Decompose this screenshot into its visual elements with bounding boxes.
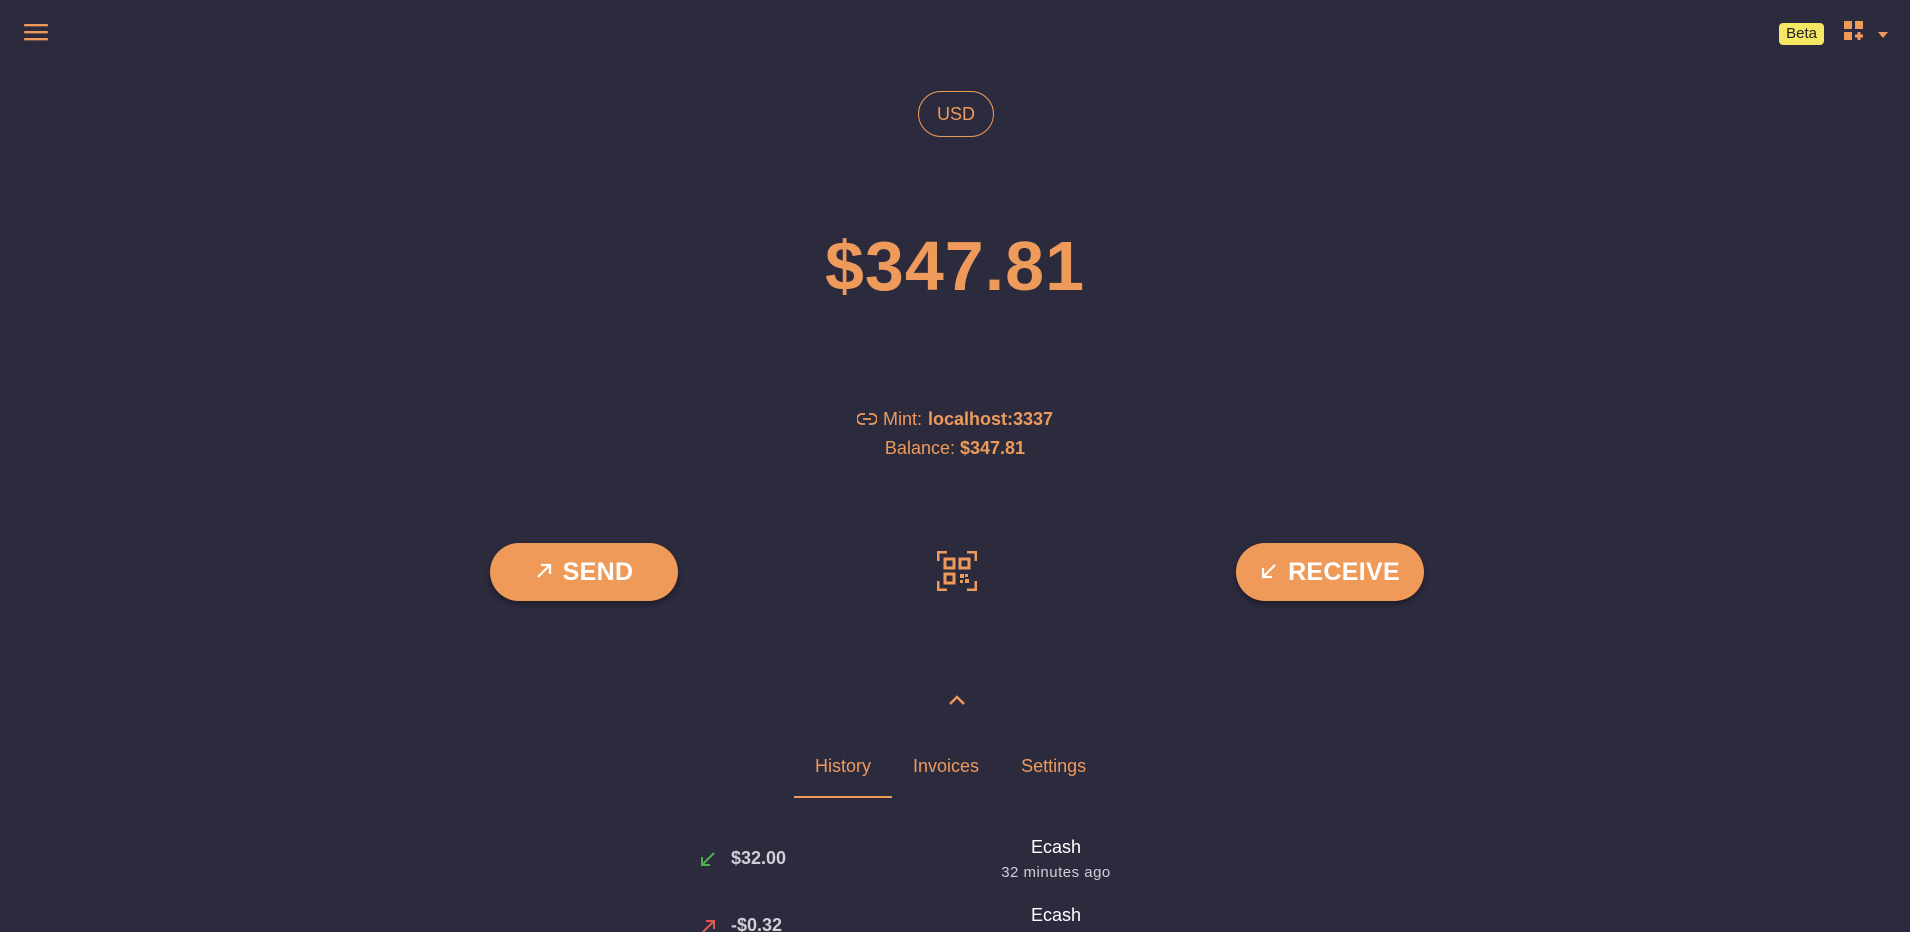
receive-label: RECEIVE: [1288, 557, 1400, 586]
list-item[interactable]: -$0.32 Ecash: [0, 904, 1910, 932]
tx-amount: -$0.32: [731, 915, 783, 932]
tx-time: 32 minutes ago: [1001, 864, 1111, 881]
send-button[interactable]: SEND: [490, 543, 678, 601]
chevron-up-icon[interactable]: [947, 693, 967, 707]
mint-balance: Balance: $347.81: [0, 438, 1910, 459]
tx-title: Ecash: [1030, 837, 1082, 857]
dashboard-grid-icon: [1844, 21, 1864, 46]
mint-label: Mint:: [882, 409, 922, 429]
mint-info[interactable]: Mint: localhost:3337: [0, 409, 1910, 430]
unit-toggle-button[interactable]: USD: [918, 91, 994, 137]
tab-bar: History Invoices Settings: [794, 748, 1107, 798]
arrow-down-left-icon: [1260, 558, 1278, 587]
wallet-app: Beta USD $347.81 Mint: localhost:3337 Ba…: [0, 0, 1910, 932]
arrow-up-right-icon: [535, 558, 553, 587]
arrow-up-right-icon: [698, 917, 718, 932]
tx-amount: $32.00: [731, 848, 787, 868]
receive-button[interactable]: RECEIVE: [1236, 543, 1424, 601]
mint-balance-value: $347.81: [960, 438, 1026, 458]
arrow-down-left-icon: [698, 849, 718, 869]
send-label: SEND: [562, 557, 634, 586]
qr-scan-icon[interactable]: [936, 550, 978, 592]
tx-title: Ecash: [1030, 905, 1082, 925]
mint-balance-label: Balance:: [884, 438, 955, 458]
hamburger-menu-icon[interactable]: [24, 22, 48, 42]
layout-dropdown[interactable]: [1844, 21, 1888, 46]
beta-badge: Beta: [1779, 22, 1824, 45]
tab-invoices[interactable]: Invoices: [892, 748, 1000, 784]
total-balance[interactable]: $347.81: [0, 226, 1910, 306]
list-item[interactable]: $32.00 Ecash 32 minutes ago: [0, 836, 1910, 896]
link-icon: [856, 409, 878, 430]
tab-settings[interactable]: Settings: [1000, 748, 1107, 784]
header-right: Beta: [1779, 21, 1888, 46]
caret-down-icon: [1878, 25, 1888, 43]
mint-url: localhost:3337: [927, 409, 1054, 429]
tab-history[interactable]: History: [794, 748, 893, 798]
